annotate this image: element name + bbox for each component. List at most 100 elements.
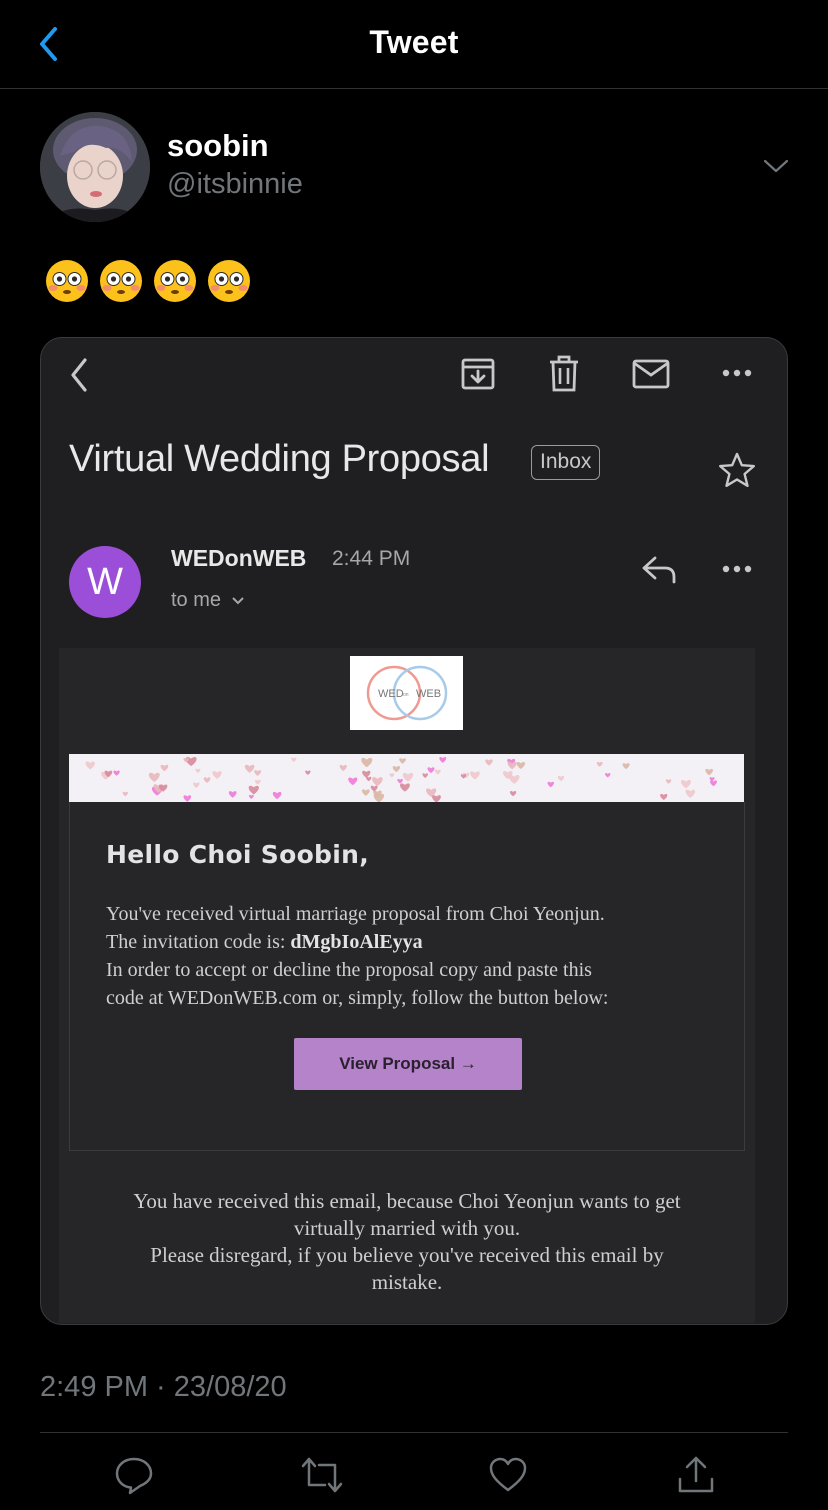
heart-decoration	[399, 758, 406, 764]
heart-decoration	[85, 761, 95, 770]
brand-logo: WED on WEB	[350, 656, 463, 730]
heart-decoration	[557, 775, 565, 782]
chevron-down-icon[interactable]	[760, 150, 792, 182]
sender-avatar: W	[69, 546, 141, 618]
heart-decoration	[392, 765, 401, 773]
heart-decoration	[361, 789, 370, 796]
footer-line: Please disregard, if you believe you've …	[150, 1243, 664, 1267]
heart-decoration	[254, 770, 262, 776]
footer-line: You have received this email, because Ch…	[133, 1189, 681, 1213]
sender-name: WEDonWEB	[171, 545, 307, 571]
heart-decoration	[434, 769, 441, 775]
heart-decoration	[305, 770, 311, 775]
logo-left-text: WED	[378, 688, 404, 700]
heart-decoration	[195, 768, 201, 773]
logo-mid-text: on	[403, 692, 409, 698]
message-line: The invitation code is: dMgbIoAlEyya	[106, 928, 726, 956]
retweet-icon[interactable]	[300, 1455, 344, 1495]
like-icon[interactable]	[488, 1455, 528, 1495]
heart-decoration	[348, 777, 358, 786]
heart-decoration	[212, 771, 222, 779]
footer-line: mistake.	[371, 1270, 443, 1294]
attached-image[interactable]: Virtual Wedding Proposal Inbox W WEDonWE…	[40, 337, 788, 1325]
heart-decoration	[193, 782, 200, 788]
heart-decoration	[183, 795, 192, 802]
invitation-code: dMgbIoAlEyya	[290, 931, 423, 953]
heart-decoration	[596, 761, 603, 767]
trash-icon	[550, 355, 578, 392]
reply-icon[interactable]	[114, 1455, 154, 1495]
user-handle[interactable]: @itsbinnie	[167, 168, 303, 201]
footer-line: virtually married with you.	[293, 1216, 521, 1240]
email-message: You've received virtual marriage proposa…	[106, 900, 726, 1012]
share-icon[interactable]	[676, 1455, 716, 1495]
mail-icon	[632, 359, 670, 389]
email-card: Hello Choi Soobin, You've received virtu…	[69, 802, 745, 1151]
email-time: 2:44 PM	[332, 547, 411, 570]
greeting: Hello Choi Soobin,	[106, 840, 370, 869]
tweet-timestamp: 2:49 PM · 23/08/20	[40, 1371, 287, 1403]
heart-decoration	[244, 764, 255, 773]
view-proposal-button: View Proposal →	[294, 1038, 522, 1090]
star-icon	[719, 452, 755, 487]
heart-decoration	[203, 777, 211, 783]
heart-decoration	[509, 791, 517, 797]
heart-decoration	[291, 757, 297, 763]
top-bar: Tweet	[0, 0, 828, 89]
display-name[interactable]: soobin	[167, 128, 269, 164]
heart-decoration	[470, 771, 480, 780]
page-title: Tweet	[369, 24, 459, 60]
inbox-label: Inbox	[531, 445, 601, 480]
heart-decoration	[122, 791, 128, 797]
heart-decoration	[148, 772, 160, 782]
heart-decoration	[485, 759, 493, 766]
heart-decoration	[705, 768, 713, 776]
tweet-text	[44, 258, 252, 304]
chevron-down-icon	[231, 597, 244, 605]
heart-decoration	[248, 785, 259, 795]
heart-decoration	[432, 795, 441, 802]
flushed-face-icon	[100, 260, 142, 302]
email-footer: You have received this email, because Ch…	[69, 1188, 745, 1296]
heart-decoration	[605, 772, 611, 778]
heart-decoration	[372, 777, 383, 787]
heart-decoration	[547, 781, 555, 788]
chevron-left-icon	[71, 358, 87, 392]
heart-decoration	[439, 757, 447, 763]
heart-decoration	[339, 764, 347, 772]
recipient-label: to me	[171, 589, 222, 611]
heart-decoration	[254, 779, 261, 785]
heart-decoration	[228, 791, 237, 798]
heart-decoration	[710, 780, 717, 787]
heart-decoration	[402, 772, 414, 782]
flushed-face-icon	[46, 260, 88, 302]
heart-decoration	[622, 763, 630, 770]
more-icon	[722, 369, 752, 377]
heart-decoration	[272, 791, 282, 800]
email-body: WED on WEB Hello Choi Soobin, You've rec…	[59, 648, 755, 1323]
heart-decoration	[160, 764, 169, 772]
heart-decoration	[427, 767, 435, 774]
hearts-banner	[69, 754, 744, 802]
heart-decoration	[660, 793, 668, 800]
message-line: In order to accept or decline the propos…	[106, 959, 592, 981]
more-icon	[722, 565, 752, 573]
heart-decoration	[113, 770, 120, 776]
message-line: code at WEDonWEB.com or, simply, follow …	[106, 987, 609, 1009]
flushed-face-icon	[208, 260, 250, 302]
heart-decoration	[400, 783, 410, 792]
heart-decoration	[422, 773, 428, 778]
avatar[interactable]	[40, 112, 150, 222]
heart-decoration	[362, 770, 371, 778]
logo-right-text: WEB	[416, 688, 441, 700]
heart-decoration	[516, 761, 526, 770]
recipient-toggle: to me	[171, 589, 245, 612]
heart-decoration	[370, 785, 378, 792]
email-subject: Virtual Wedding Proposal	[69, 438, 490, 480]
archive-icon	[461, 358, 495, 390]
heart-decoration	[681, 779, 691, 789]
heart-decoration	[361, 757, 373, 768]
divider	[40, 1432, 788, 1433]
heart-decoration	[685, 789, 696, 798]
message-line: You've received virtual marriage proposa…	[106, 903, 605, 925]
